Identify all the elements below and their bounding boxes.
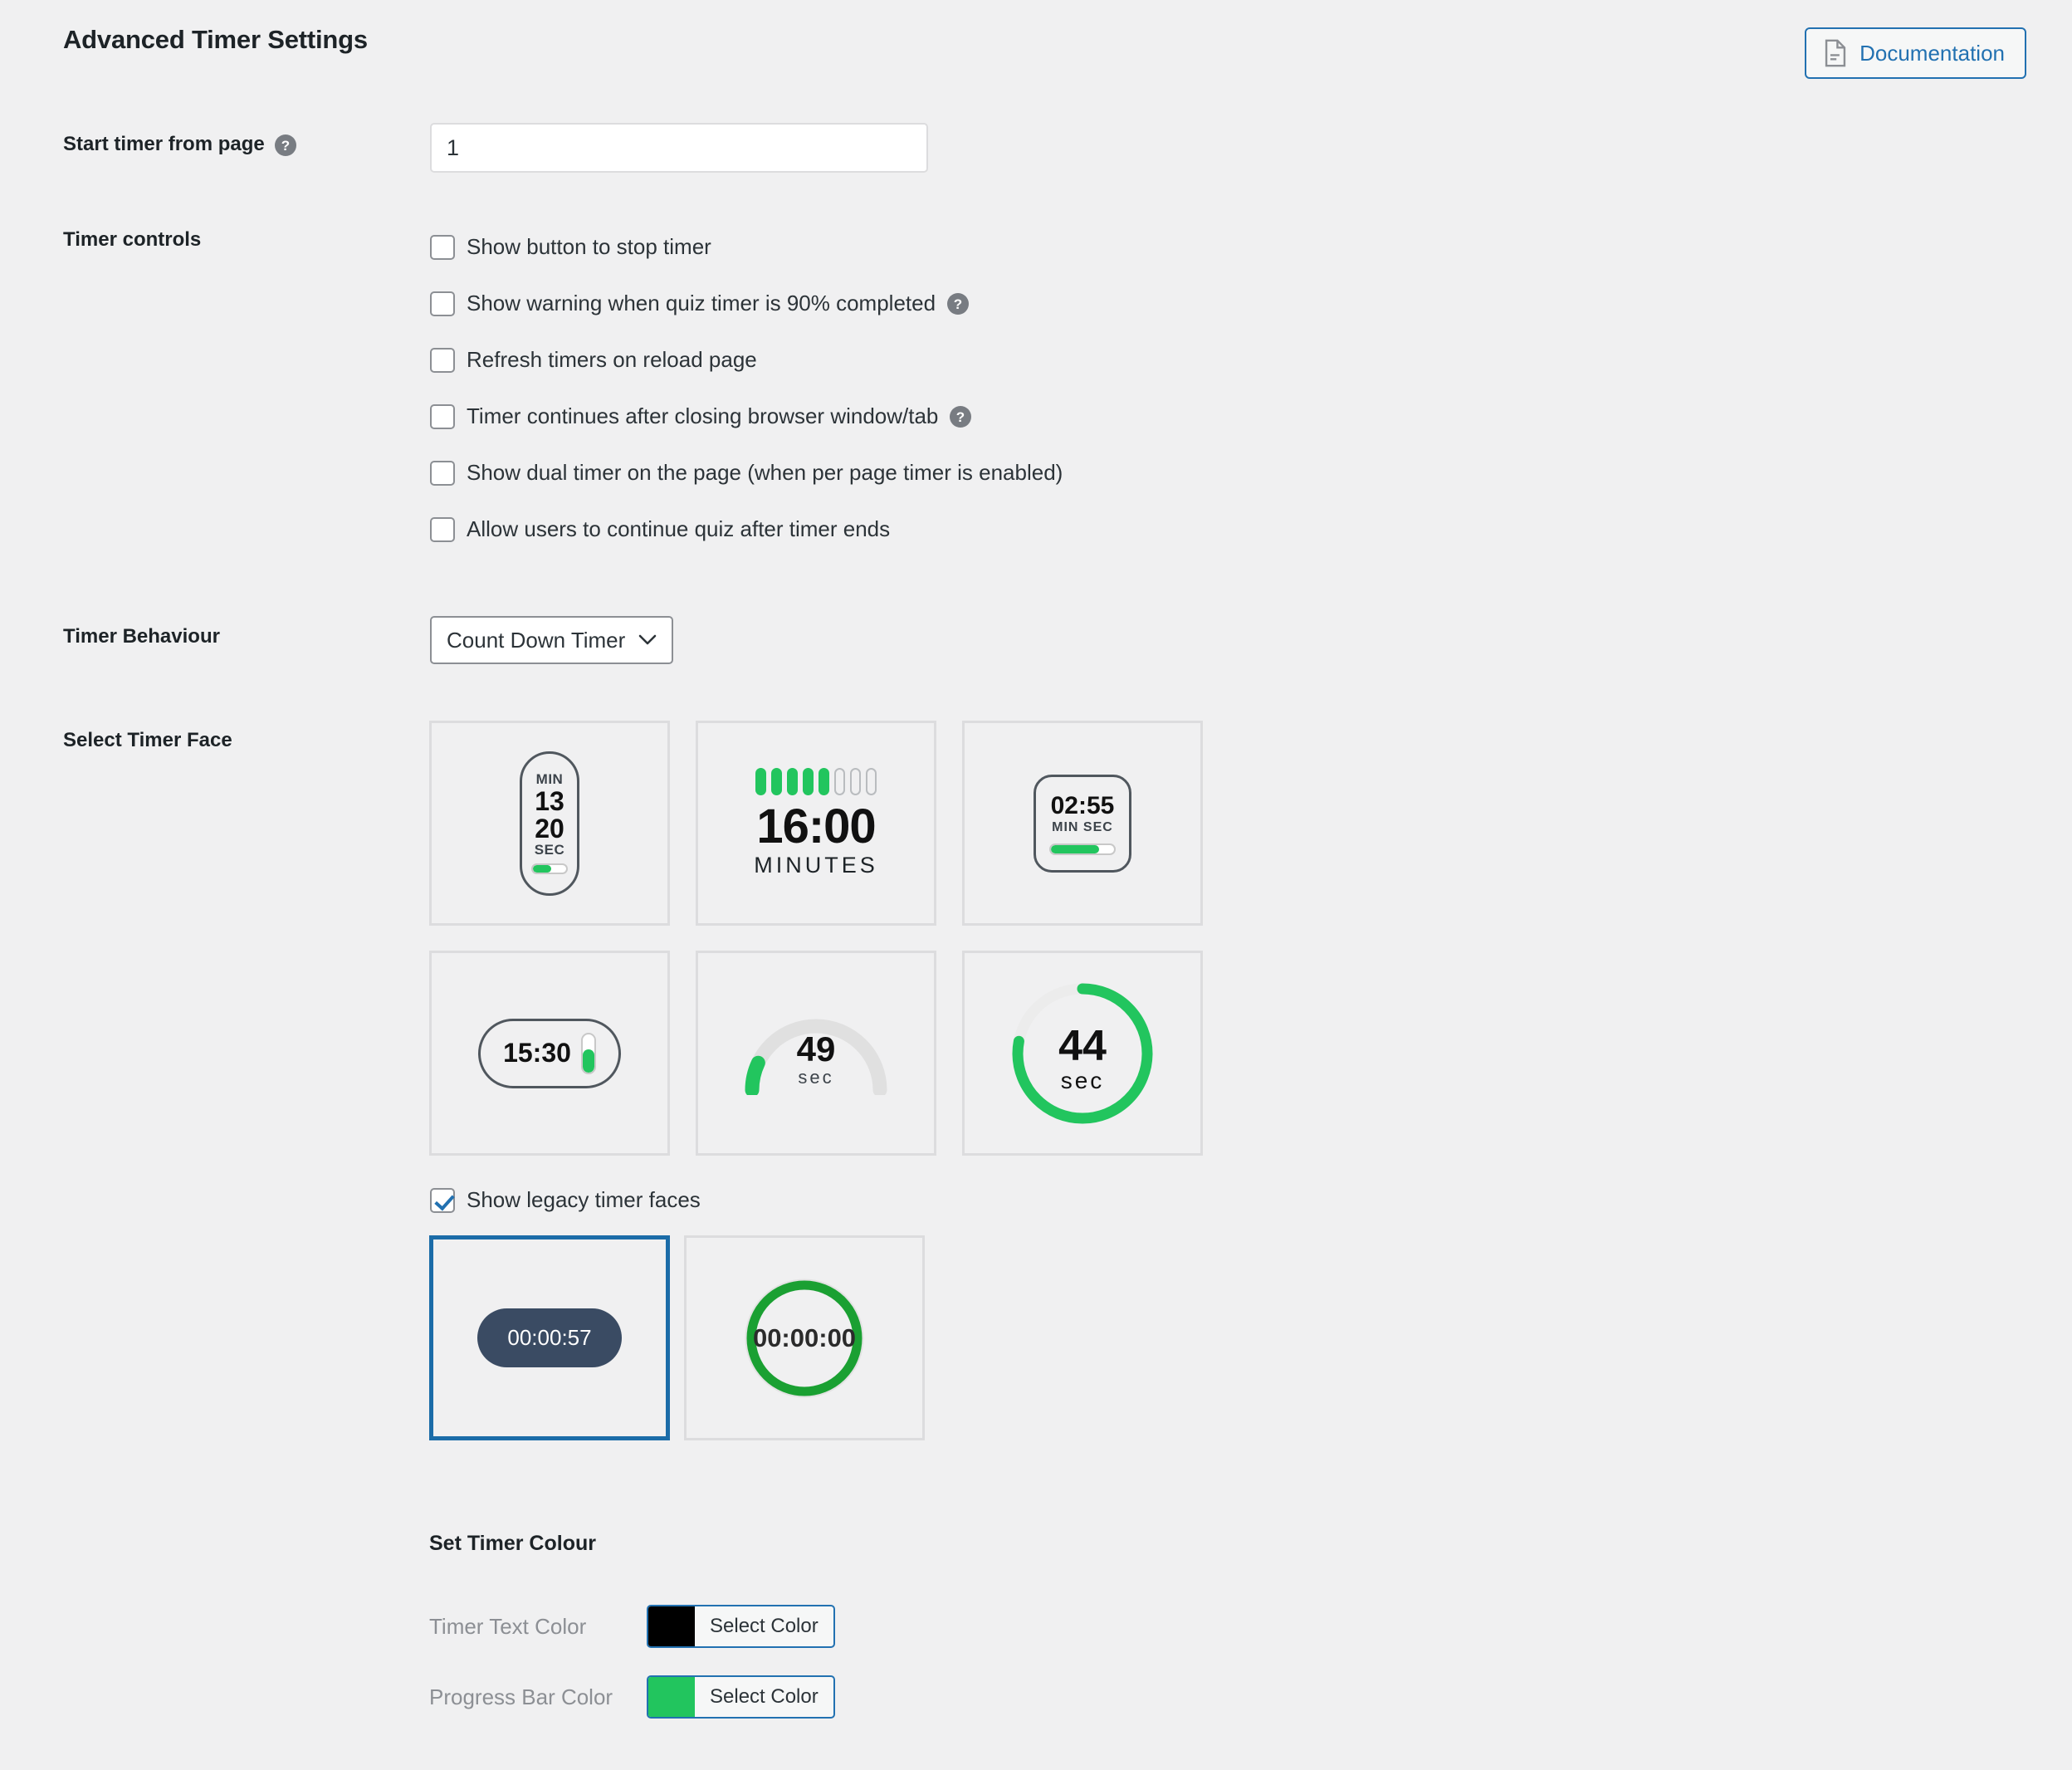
checkbox-row[interactable]: Allow users to continue quiz after timer… (430, 516, 1063, 542)
checkbox-row[interactable]: Show warning when quiz timer is 90% comp… (430, 291, 1063, 316)
help-icon[interactable]: ? (947, 292, 970, 315)
svg-text:?: ? (954, 296, 962, 312)
chevron-down-icon (638, 634, 657, 646)
checkbox-row[interactable]: Show dual timer on the page (when per pa… (430, 460, 1063, 486)
svg-text:?: ? (956, 409, 965, 425)
progress-bar-color-swatch (648, 1677, 695, 1717)
timer-face-card-band-vertical[interactable]: MIN 13 20 SEC (429, 721, 670, 926)
timer-text-color-label: Timer Text Color (429, 1613, 587, 1639)
checkbox-row[interactable]: Refresh timers on reload page (430, 347, 1063, 373)
set-timer-colour-heading: Set Timer Colour (429, 1532, 596, 1555)
progress-bar (531, 863, 568, 875)
timer-text-color-swatch (648, 1606, 695, 1646)
timer-behaviour-select[interactable]: Count Down Timer (430, 616, 674, 664)
progress-bar-color-label: Progress Bar Color (429, 1684, 613, 1709)
segment-indicator (755, 768, 877, 796)
progress-bar-color-row: Progress Bar Color Select Color (429, 1675, 835, 1719)
timer-face-grid: MIN 13 20 SEC 16:00 MINUTES 02:55 MIN SE… (429, 721, 1203, 1156)
band-vertical-preview: MIN 13 20 SEC (520, 751, 579, 896)
gauge-arc-preview: 49 sec (737, 1004, 895, 1103)
legacy-pill-preview: 00:00:57 (477, 1308, 622, 1367)
timer-text-color-row: Timer Text Color Select Color (429, 1605, 835, 1648)
checkbox-timer-continues[interactable] (430, 403, 455, 429)
battery-indicator (580, 1032, 596, 1074)
timer-face-card-pill-battery[interactable]: 15:30 (429, 951, 670, 1156)
ring-preview: 44 sec (1009, 980, 1156, 1127)
legacy-timer-face-card-ring[interactable]: 00:00:00 (684, 1235, 925, 1440)
legacy-ring-preview: 00:00:00 (742, 1276, 867, 1401)
document-icon (1823, 39, 1848, 67)
checkbox-show-legacy-timer-faces[interactable] (430, 1187, 455, 1213)
rounded-square-preview: 02:55 MIN SEC (1034, 774, 1131, 873)
page-title: Advanced Timer Settings (63, 25, 368, 54)
svg-text:?: ? (281, 138, 290, 154)
timer-behaviour-label: Timer Behaviour (63, 625, 220, 648)
timer-face-card-gauge-arc[interactable]: 49 sec (696, 951, 936, 1156)
timer-text-color-picker-button[interactable]: Select Color (647, 1605, 835, 1648)
progress-bar (1049, 843, 1116, 855)
pill-battery-preview: 15:30 (478, 1018, 621, 1088)
timer-face-card-segments[interactable]: 16:00 MINUTES (696, 721, 936, 926)
checkbox-show-dual-timer[interactable] (430, 460, 455, 486)
checkbox-show-warning-90[interactable] (430, 291, 455, 316)
checkbox-row[interactable]: Timer continues after closing browser wi… (430, 403, 1063, 429)
documentation-label: Documentation (1859, 40, 2005, 66)
legacy-timer-face-card-pill[interactable]: 00:00:57 (429, 1235, 670, 1440)
start-timer-from-page-label: Start timer from page ? (63, 133, 296, 156)
checkbox-row[interactable]: Show button to stop timer (430, 234, 1063, 260)
select-timer-face-label: Select Timer Face (63, 729, 232, 751)
timer-face-card-ring[interactable]: 44 sec (962, 951, 1203, 1156)
help-icon[interactable]: ? (950, 405, 972, 428)
progress-bar-color-picker-button[interactable]: Select Color (647, 1675, 835, 1719)
advanced-timer-settings-page: Advanced Timer Settings Documentation St… (0, 0, 2072, 1770)
timer-face-card-rounded-square[interactable]: 02:55 MIN SEC (962, 721, 1203, 926)
legacy-timer-face-grid: 00:00:57 00:00:00 (429, 1235, 925, 1440)
segments-preview: 16:00 MINUTES (754, 768, 878, 878)
timer-controls-label: Timer controls (63, 228, 202, 251)
timer-controls-checkbox-list: Show button to stop timer Show warning w… (430, 234, 1063, 542)
timer-behaviour-value: Count Down Timer (447, 627, 626, 653)
checkbox-show-legacy-timer-faces-row[interactable]: Show legacy timer faces (430, 1187, 701, 1213)
checkbox-show-stop-timer[interactable] (430, 234, 455, 260)
help-icon[interactable]: ? (274, 133, 296, 156)
documentation-button[interactable]: Documentation (1805, 27, 2026, 79)
start-timer-from-page-input[interactable] (430, 123, 928, 173)
checkbox-allow-continue[interactable] (430, 516, 455, 542)
checkbox-refresh-timers[interactable] (430, 347, 455, 373)
